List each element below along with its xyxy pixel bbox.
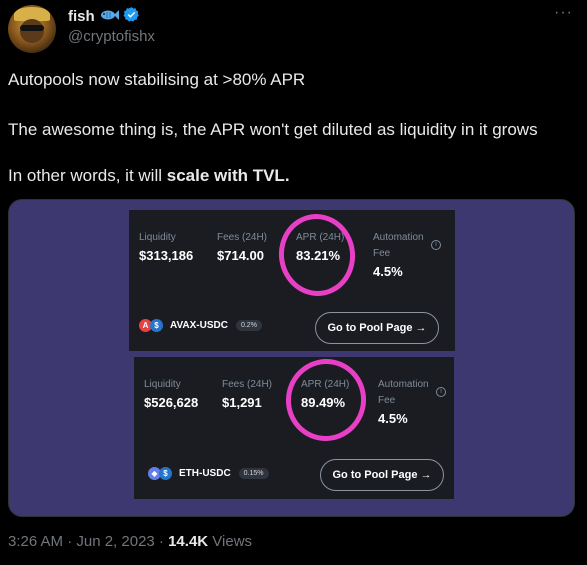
pool-card-avax-usdc: Liquidity $313,186 Fees (24H) $714.00 AP…: [129, 209, 455, 351]
views-count: 14.4K: [168, 533, 209, 550]
verified-badge-icon: [123, 6, 140, 27]
liquidity-label: Liquidity: [144, 379, 181, 390]
info-icon[interactable]: i: [436, 387, 446, 397]
pair-name: AVAX-USDC: [170, 320, 228, 331]
pair-name: ETH-USDC: [179, 468, 231, 479]
tweet-line-2: The awesome thing is, the APR won't get …: [8, 120, 538, 139]
info-icon[interactable]: i: [431, 240, 441, 250]
views-label: Views: [208, 533, 253, 550]
usdc-icon: $: [150, 319, 163, 332]
pool-pair: A $ AVAX-USDC 0.2%: [139, 319, 262, 332]
usdc-icon: $: [159, 467, 172, 480]
highlight-circle: [278, 351, 374, 449]
automation-fee-label: Fee: [373, 248, 391, 259]
fee-tier-badge: 0.2%: [235, 320, 262, 331]
fees-label: Fees (24H): [222, 379, 273, 390]
author-handle[interactable]: @cryptofishx: [68, 28, 155, 45]
liquidity-value: $313,186: [139, 248, 194, 263]
tweet-line-1: Autopools now stabilising at >80% APR: [8, 70, 306, 89]
fee-tier-badge: 0.15%: [238, 468, 269, 479]
avatar-face: [20, 19, 44, 43]
author-name[interactable]: fish: [68, 8, 95, 25]
go-to-pool-page-button[interactable]: Go to Pool Page →: [315, 312, 439, 344]
avatar-glasses: [20, 25, 44, 31]
pool-card-eth-usdc: Liquidity $526,628 Fees (24H) $1,291 APR…: [134, 351, 454, 499]
automation-label: Automation: [373, 232, 424, 243]
tweet-line-3-prefix: In other words, it will: [8, 166, 167, 185]
automation-value: 4.5%: [378, 411, 408, 426]
go-to-pool-page-button[interactable]: Go to Pool Page →: [320, 459, 444, 491]
automation-label: Automation: [378, 379, 429, 390]
automation-value: 4.5%: [373, 264, 403, 279]
liquidity-label: Liquidity: [139, 232, 176, 243]
fees-value: $1,291: [222, 395, 262, 410]
author-name-row[interactable]: fish: [68, 6, 140, 27]
fees-value: $714.00: [217, 248, 264, 263]
more-options-icon[interactable]: ···: [554, 4, 573, 22]
pool-pair: ◆ $ ETH-USDC 0.15%: [148, 467, 269, 480]
automation-fee-label: Fee: [378, 395, 396, 406]
fees-label: Fees (24H): [217, 232, 268, 243]
tweet-media-image[interactable]: Liquidity $313,186 Fees (24H) $714.00 AP…: [8, 199, 575, 517]
tweet-line-3-bold: scale with TVL.: [166, 166, 290, 185]
liquidity-value: $526,628: [144, 395, 199, 410]
fish-emoji-icon: [99, 8, 119, 26]
author-avatar[interactable]: [8, 5, 56, 53]
timestamp[interactable]: 3:26 AM · Jun 2, 2023 ·: [8, 533, 168, 550]
tweet-meta: 3:26 AM · Jun 2, 2023 · 14.4K Views: [8, 533, 252, 550]
highlight-circle: [273, 209, 361, 301]
tweet-line-3: In other words, it will scale with TVL.: [8, 166, 290, 186]
